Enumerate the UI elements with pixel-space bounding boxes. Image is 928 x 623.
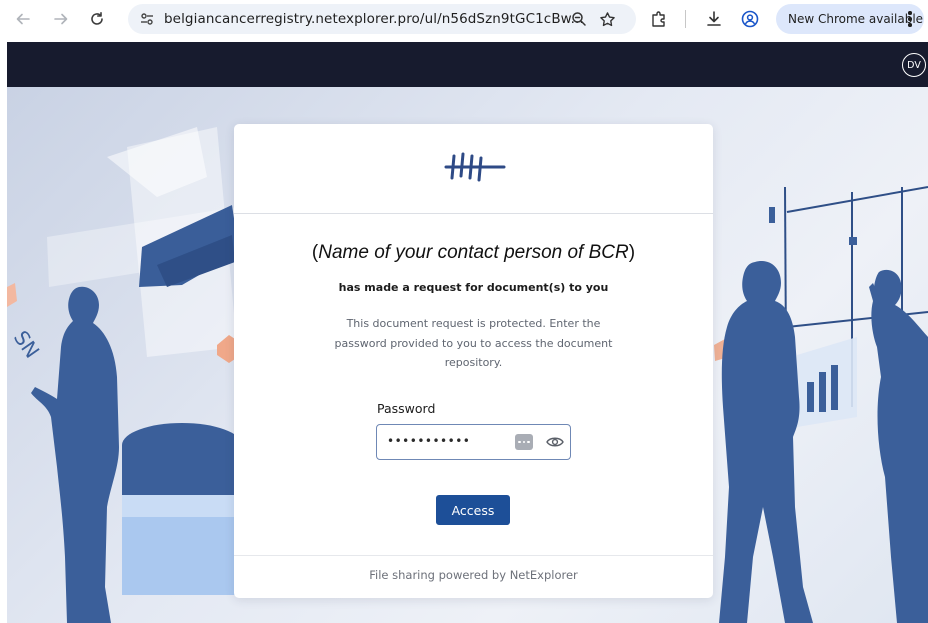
site-info-button[interactable] xyxy=(138,10,156,28)
toolbar-separator xyxy=(685,10,686,28)
contact-name: Name of your contact person of BCR xyxy=(318,242,629,263)
arrow-left-icon xyxy=(16,13,30,25)
extensions-button[interactable] xyxy=(648,8,670,30)
password-value[interactable]: ••••••••••• xyxy=(387,434,470,448)
update-label: New Chrome available xyxy=(788,12,924,26)
request-subtitle: has made a request for document(s) to yo… xyxy=(338,281,609,294)
chrome-update-button[interactable]: New Chrome available xyxy=(776,4,924,34)
netexplorer-logo-icon xyxy=(444,152,506,182)
zoom-icon xyxy=(572,12,586,26)
star-icon xyxy=(599,11,615,26)
bookmark-button[interactable] xyxy=(598,10,616,28)
password-label: Password xyxy=(377,401,436,416)
arrow-right-icon xyxy=(54,13,68,25)
contact-paren-close: ) xyxy=(628,242,636,263)
download-icon xyxy=(707,11,721,26)
address-bar[interactable]: belgiancancerregistry.netexplorer.pro/ul… xyxy=(128,4,636,34)
profile-button[interactable] xyxy=(739,8,761,30)
reload-button[interactable] xyxy=(86,8,108,30)
password-field[interactable]: ••••••••••• xyxy=(376,424,571,460)
browser-toolbar: belgiancancerregistry.netexplorer.pro/ul… xyxy=(0,0,928,38)
downloads-button[interactable] xyxy=(703,8,725,30)
card-divider xyxy=(234,213,713,214)
kebab-menu-icon[interactable] xyxy=(906,10,914,28)
password-manager-icon[interactable] xyxy=(515,434,533,450)
request-description: This document request is protected. Ente… xyxy=(334,317,613,369)
puzzle-icon xyxy=(652,11,665,27)
powered-by-footer: File sharing powered by NetExplorer xyxy=(369,568,578,582)
eye-icon xyxy=(546,437,564,447)
back-button[interactable] xyxy=(12,8,34,30)
reload-icon xyxy=(91,12,103,25)
access-button[interactable]: Access xyxy=(436,495,510,525)
footer-divider xyxy=(234,555,713,556)
tune-icon xyxy=(141,13,153,25)
url-text[interactable]: belgiancancerregistry.netexplorer.pro/ul… xyxy=(164,11,584,27)
user-avatar[interactable]: DV xyxy=(902,53,926,77)
forward-button[interactable] xyxy=(50,8,72,30)
document-request-card: (Name of your contact person of BCR) has… xyxy=(234,124,713,598)
app-header: DV xyxy=(7,42,928,87)
profile-icon xyxy=(741,10,759,28)
show-password-button[interactable] xyxy=(545,433,565,451)
zoom-button[interactable] xyxy=(570,10,588,28)
contact-person-heading: (Name of your contact person of BCR) xyxy=(234,242,713,264)
svg-text:SN: SN xyxy=(9,326,45,362)
